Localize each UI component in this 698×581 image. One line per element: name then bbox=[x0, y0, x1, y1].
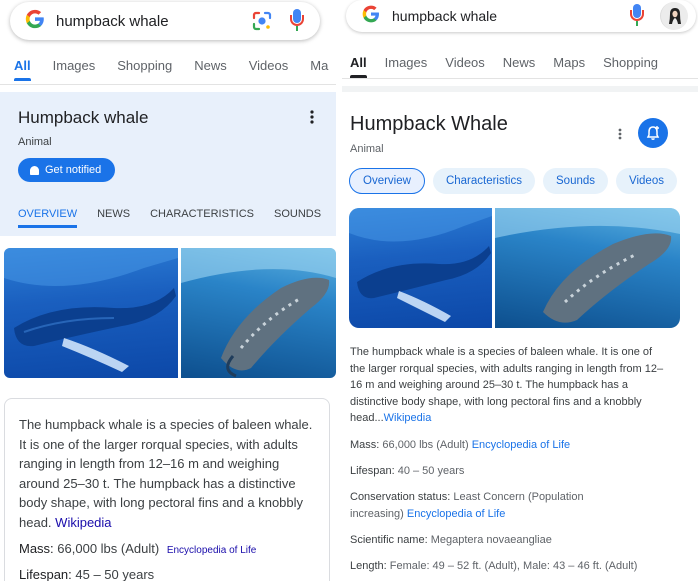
description-text: The humpback whale is a species of balee… bbox=[350, 344, 670, 427]
kp-title: Humpback Whale bbox=[350, 113, 508, 135]
bell-add-icon[interactable] bbox=[638, 118, 668, 148]
tab-all[interactable]: All bbox=[350, 55, 367, 78]
description-text: The humpback whale is a species of balee… bbox=[19, 415, 315, 532]
get-notified-label: Get notified bbox=[45, 164, 102, 176]
kp-subtitle: Animal bbox=[350, 143, 384, 155]
fact-length-value: Female: 49 – 52 ft. (Adult), Male: 43 – … bbox=[389, 560, 638, 572]
tab-videos[interactable]: Videos bbox=[445, 55, 485, 78]
search-query[interactable]: humpback whale bbox=[392, 8, 628, 24]
fact-conservation-value-1: Least Concern (Population bbox=[453, 491, 584, 503]
kp-tab-characteristics[interactable]: CHARACTERISTICS bbox=[150, 208, 254, 228]
tab-news[interactable]: News bbox=[503, 55, 536, 78]
chip-overview[interactable]: Overview bbox=[349, 168, 425, 194]
description-body: The humpback whale is a species of balee… bbox=[19, 417, 313, 530]
section-separator bbox=[342, 86, 698, 92]
kp-tab-overview[interactable]: OVERVIEW bbox=[18, 208, 78, 228]
fact-scientific-name: Scientific name: Megaptera novaeangliae bbox=[350, 532, 552, 549]
fact-lifespan-value: 40 – 50 years bbox=[397, 465, 465, 477]
fact-scientific-key: Scientific name: bbox=[350, 534, 428, 546]
mic-icon[interactable] bbox=[288, 8, 306, 34]
avatar-icon[interactable] bbox=[660, 2, 688, 30]
lens-icon[interactable] bbox=[250, 9, 274, 33]
fact-mass-value: 66,000 lbs (Adult) bbox=[57, 541, 160, 556]
search-bar[interactable]: humpback whale bbox=[346, 0, 696, 32]
tabs-divider bbox=[0, 84, 336, 85]
fact-mass: Mass: 66,000 lbs (Adult) Encyclopedia of… bbox=[19, 541, 256, 556]
right-screenshot: humpback whale All Images Videos News Ma… bbox=[342, 0, 698, 581]
search-query[interactable]: humpback whale bbox=[56, 13, 250, 30]
fact-mass-source-link[interactable]: Encyclopedia of Life bbox=[167, 545, 257, 556]
tab-shopping[interactable]: Shopping bbox=[117, 58, 172, 81]
knowledge-panel-header: Humpback whale Animal Get notified OVERV… bbox=[0, 92, 336, 236]
kp-subtitle: Animal bbox=[18, 136, 52, 148]
fact-scientific-value: Megaptera novaeangliae bbox=[430, 534, 552, 546]
tab-images[interactable]: Images bbox=[385, 55, 428, 78]
tab-shopping[interactable]: Shopping bbox=[603, 55, 658, 78]
search-bar[interactable]: humpback whale bbox=[10, 2, 320, 40]
wikipedia-link[interactable]: Wikipedia bbox=[55, 515, 111, 530]
fact-mass-key: Mass: bbox=[350, 439, 380, 451]
fact-lifespan-key: Lifespan: bbox=[19, 567, 72, 581]
whale-image-2[interactable] bbox=[181, 248, 336, 378]
fact-lifespan-value: 45 – 50 years bbox=[75, 567, 155, 581]
google-logo-icon bbox=[360, 4, 382, 28]
description-card: The humpback whale is a species of balee… bbox=[4, 398, 330, 581]
tab-news[interactable]: News bbox=[194, 58, 227, 81]
fact-conservation: Conservation status: Least Concern (Popu… bbox=[350, 489, 584, 522]
search-tabs: All Images Videos News Maps Shopping bbox=[350, 55, 676, 78]
chip-sounds[interactable]: Sounds bbox=[543, 168, 609, 194]
left-screenshot: humpback whale All Images Shopping News … bbox=[0, 0, 336, 581]
kp-title: Humpback whale bbox=[18, 108, 149, 127]
bell-icon bbox=[30, 165, 39, 175]
kp-tab-news[interactable]: NEWS bbox=[97, 208, 130, 228]
mic-icon[interactable] bbox=[628, 3, 646, 29]
tab-maps[interactable]: Maps bbox=[553, 55, 585, 78]
tab-maps[interactable]: Ma bbox=[310, 58, 328, 81]
fact-lifespan-key: Lifespan: bbox=[350, 465, 395, 477]
tab-all[interactable]: All bbox=[14, 58, 31, 81]
tab-videos[interactable]: Videos bbox=[249, 58, 289, 81]
fact-conservation-source-link[interactable]: Encyclopedia of Life bbox=[407, 508, 505, 520]
fact-length-key: Length: bbox=[350, 560, 387, 572]
fact-length: Length: Female: 49 – 52 ft. (Adult), Mal… bbox=[350, 558, 637, 575]
more-vert-icon[interactable] bbox=[618, 128, 622, 140]
tab-images[interactable]: Images bbox=[53, 58, 96, 81]
chip-characteristics[interactable]: Characteristics bbox=[432, 168, 535, 194]
fact-mass-source-link[interactable]: Encyclopedia of Life bbox=[472, 439, 570, 451]
fact-conservation-key: Conservation status: bbox=[350, 491, 451, 503]
wikipedia-link[interactable]: Wikipedia bbox=[384, 412, 432, 424]
fact-mass-value: 66,000 lbs (Adult) bbox=[382, 439, 469, 451]
kp-chips: Overview Characteristics Sounds Videos bbox=[349, 168, 685, 194]
whale-image-2[interactable] bbox=[495, 208, 680, 328]
google-logo-icon bbox=[24, 8, 46, 34]
fact-lifespan: Lifespan: 40 – 50 years bbox=[350, 463, 464, 480]
kp-tabs: OVERVIEW NEWS CHARACTERISTICS SOUNDS bbox=[18, 208, 336, 228]
tabs-divider bbox=[342, 78, 698, 79]
fact-mass: Mass: 66,000 lbs (Adult) Encyclopedia of… bbox=[350, 437, 570, 454]
fact-mass-key: Mass: bbox=[19, 541, 54, 556]
whale-image-1[interactable] bbox=[349, 208, 492, 328]
get-notified-button[interactable]: Get notified bbox=[18, 158, 116, 182]
chip-videos[interactable]: Videos bbox=[616, 168, 677, 194]
search-tabs: All Images Shopping News Videos Ma bbox=[14, 58, 336, 81]
kp-tab-sounds[interactable]: SOUNDS bbox=[274, 208, 321, 228]
fact-lifespan: Lifespan: 45 – 50 years bbox=[19, 567, 154, 581]
fact-conservation-value-2: increasing) bbox=[350, 507, 404, 520]
whale-image-1[interactable] bbox=[4, 248, 178, 378]
more-vert-icon[interactable] bbox=[310, 110, 314, 124]
